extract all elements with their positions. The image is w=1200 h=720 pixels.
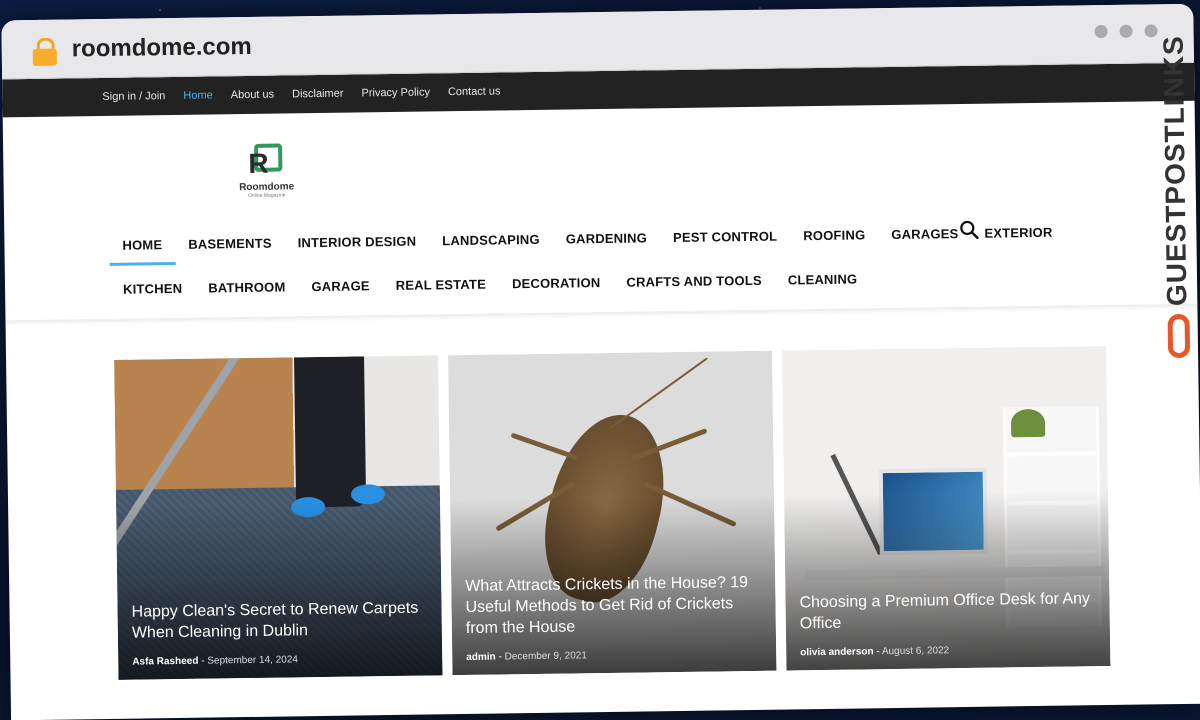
article-author[interactable]: Asfa Rasheed (132, 656, 198, 668)
article-card[interactable]: What Attracts Crickets in the House? 19 … (448, 350, 777, 676)
featured-section: Happy Clean's Secret to Renew Carpets Wh… (5, 303, 1200, 720)
signin-link[interactable]: Sign in / Join (102, 90, 165, 103)
contact-link[interactable]: Contact us (448, 85, 501, 98)
logo-tagline: Online Magazine (247, 192, 286, 199)
article-date: December 9, 2021 (504, 650, 587, 663)
home-link[interactable]: Home (183, 89, 213, 101)
link-icon (1167, 313, 1191, 359)
nav-decoration[interactable]: DECORATION (499, 261, 614, 307)
nav-home[interactable]: HOME (109, 223, 175, 268)
article-date: September 14, 2024 (207, 654, 299, 667)
article-meta: admin - December 9, 2021 (466, 650, 587, 663)
nav-garages[interactable]: GARAGES (878, 212, 972, 257)
article-title[interactable]: Happy Clean's Secret to Renew Carpets Wh… (131, 598, 428, 644)
article-meta: Asfa Rasheed - September 14, 2024 (132, 654, 299, 668)
nav-basements[interactable]: BASEMENTS (175, 221, 285, 267)
article-author[interactable]: admin (466, 652, 496, 663)
nav-bathroom[interactable]: BATHROOM (195, 265, 299, 310)
nav-garage[interactable]: GARAGE (298, 264, 383, 309)
nav-landscaping[interactable]: LANDSCAPING (429, 218, 553, 264)
article-meta: olivia anderson - August 6, 2022 (800, 645, 950, 659)
site-header: R Roomdome Online Magazine (3, 101, 1196, 226)
nav-kitchen[interactable]: KITCHEN (110, 267, 196, 312)
watermark-text: GUESTPOSTLINKS (1157, 35, 1193, 307)
window-dot[interactable] (1144, 24, 1158, 38)
nav-interior-design[interactable]: INTERIOR DESIGN (284, 219, 429, 265)
nav-crafts-and-tools[interactable]: CRAFTS AND TOOLS (613, 259, 775, 305)
nav-pest-control[interactable]: PEST CONTROL (660, 214, 791, 260)
privacy-link[interactable]: Privacy Policy (361, 86, 430, 99)
nav-roofing[interactable]: ROOFING (790, 213, 879, 258)
logo-name: Roomdome (239, 181, 295, 194)
article-author[interactable]: olivia anderson (800, 646, 874, 658)
window-dot[interactable] (1094, 24, 1108, 39)
browser-window: roomdome.com Sign in / Join Home About u… (1, 3, 1200, 720)
article-title[interactable]: What Attracts Crickets in the House? 19 … (465, 572, 762, 639)
window-controls (1094, 24, 1158, 39)
lock-icon (32, 37, 58, 66)
nav-real-estate[interactable]: REAL ESTATE (382, 262, 499, 308)
article-title[interactable]: Choosing a Premium Office Desk for Any O… (799, 588, 1096, 634)
article-card[interactable]: Choosing a Premium Office Desk for Any O… (781, 346, 1111, 671)
watermark: GUESTPOSTLINKS (1154, 35, 1199, 385)
about-link[interactable]: About us (231, 89, 275, 102)
address-bar[interactable]: roomdome.com (72, 33, 252, 64)
featured-cards: Happy Clean's Secret to Renew Carpets Wh… (114, 346, 1111, 680)
main-nav: HOME BASEMENTS INTERIOR DESIGN LANDSCAPI… (4, 209, 1197, 314)
search-icon[interactable] (959, 220, 979, 240)
article-date: August 6, 2022 (881, 645, 950, 658)
nav-exterior[interactable]: EXTERIOR (971, 211, 1066, 256)
site-logo[interactable]: R Roomdome Online Magazine (231, 143, 302, 199)
nav-cleaning[interactable]: CLEANING (774, 257, 870, 302)
disclaimer-link[interactable]: Disclaimer (292, 88, 344, 101)
article-card[interactable]: Happy Clean's Secret to Renew Carpets Wh… (114, 355, 443, 680)
logo-mark: R (248, 143, 284, 179)
nav-gardening[interactable]: GARDENING (552, 216, 660, 261)
window-dot[interactable] (1119, 24, 1133, 38)
